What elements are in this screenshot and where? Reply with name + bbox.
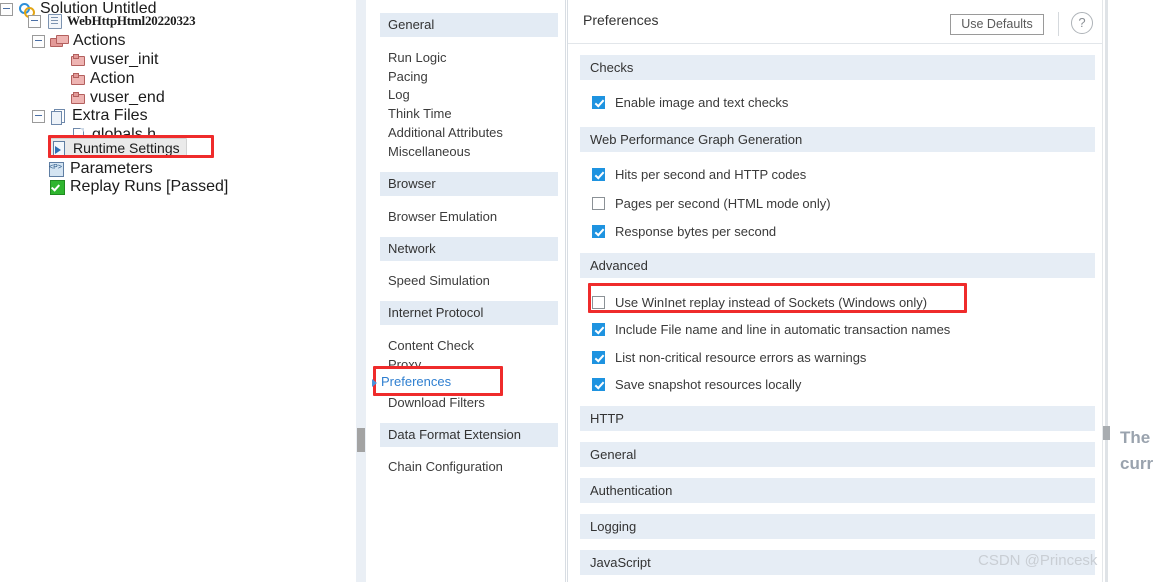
tree-node-label: Action [90, 70, 135, 87]
nav-item-download-filters[interactable]: Download Filters [388, 393, 485, 412]
script-icon [48, 13, 62, 29]
expander-icon[interactable] [32, 109, 45, 123]
caret-right-icon [372, 379, 377, 387]
checkbox-label: Pages per second (HTML mode only) [615, 195, 831, 211]
script-tree-panel: Solution Untitled WebHttpHtml20220323 Ac… [0, 0, 358, 582]
bricks-icon [50, 34, 69, 48]
nav-item-chain-configuration[interactable]: Chain Configuration [388, 457, 503, 476]
page-title: Preferences [583, 12, 659, 28]
main-scrollbar-thumb[interactable] [1103, 426, 1110, 440]
section-header-http[interactable]: HTTP [580, 406, 1095, 431]
brick-icon [70, 53, 85, 67]
section-header-authentication[interactable]: Authentication [580, 478, 1095, 503]
checkbox-icon[interactable] [592, 350, 605, 364]
main-scrollbar-track[interactable] [1105, 0, 1108, 582]
nav-group-internet-protocol: Internet Protocol [380, 301, 558, 325]
nav-group-data-format-extension: Data Format Extension [380, 423, 558, 447]
brick-icon [70, 72, 85, 86]
green-check-icon [48, 179, 65, 195]
nav-item-additional-attributes[interactable]: Additional Attributes [388, 123, 503, 142]
overflow-text-line-1: The [1120, 428, 1151, 447]
nav-scrollbar[interactable] [356, 0, 366, 582]
section-header-advanced: Advanced [580, 253, 1095, 278]
nav-item-run-logic[interactable]: Run Logic [388, 48, 447, 67]
section-header-web-performance-graph-generation: Web Performance Graph Generation [580, 127, 1095, 152]
help-icon[interactable]: ? [1071, 12, 1093, 34]
nav-group-browser: Browser [380, 172, 558, 196]
tree-node-runtime-settings[interactable]: Runtime Settings [48, 138, 187, 158]
nav-item-log[interactable]: Log [388, 85, 410, 104]
tree-node-label: Replay Runs [Passed] [70, 178, 229, 195]
tree-node-label: Runtime Settings [73, 140, 180, 156]
checkbox-row-response-bytes-per-second[interactable]: Response bytes per second [592, 221, 776, 241]
nav-scrollbar-thumb[interactable] [357, 428, 365, 452]
section-header-logging[interactable]: Logging [580, 514, 1095, 539]
expander-icon[interactable] [32, 34, 45, 48]
nav-item-browser-emulation[interactable]: Browser Emulation [388, 207, 497, 226]
checkbox-icon[interactable] [592, 295, 605, 309]
right-overflow-strip: The curr [1110, 0, 1159, 582]
annotation-preferences-label: Preferences [381, 374, 452, 389]
main-scrollbar[interactable] [1102, 0, 1110, 582]
brick-icon [70, 91, 85, 105]
nav-item-proxy[interactable]: Proxy [388, 355, 421, 374]
checkbox-icon[interactable] [592, 224, 605, 238]
nav-panel-divider [565, 0, 566, 582]
preferences-panel: Preferences Use Defaults ? Checks Enable… [567, 0, 1107, 582]
nav-item-pacing[interactable]: Pacing [388, 67, 428, 86]
checkbox-icon[interactable] [592, 196, 605, 210]
checkbox-row-use-wininet-replay[interactable]: Use WinInet replay instead of Sockets (W… [592, 292, 927, 312]
checkbox-row-pages-per-second[interactable]: Pages per second (HTML mode only) [592, 193, 831, 213]
nav-group-general: General [380, 13, 558, 37]
checkbox-label: List non-critical resource errors as war… [615, 349, 867, 365]
checkbox-label: Use WinInet replay instead of Sockets (W… [615, 294, 928, 310]
checkbox-icon[interactable] [592, 322, 605, 336]
section-header-general[interactable]: General [580, 442, 1095, 467]
checkbox-label: Response bytes per second [615, 223, 777, 239]
checkbox-label: Enable image and text checks [615, 94, 789, 110]
checkbox-icon[interactable] [592, 167, 605, 181]
nav-item-miscellaneous[interactable]: Miscellaneous [388, 142, 470, 161]
nav-item-think-time[interactable]: Think Time [388, 104, 452, 123]
checkbox-row-include-file-name-and-line[interactable]: Include File name and line in automatic … [592, 319, 950, 339]
tree-node-label: Extra Files [72, 107, 148, 124]
checkbox-icon[interactable] [592, 95, 605, 109]
checkbox-row-enable-image-and-text-checks[interactable]: Enable image and text checks [592, 92, 788, 112]
nav-item-content-check[interactable]: Content Check [388, 336, 474, 355]
checkbox-label: Include File name and line in automatic … [615, 321, 951, 337]
expander-icon[interactable] [0, 2, 13, 16]
header-divider [1058, 12, 1059, 36]
checkbox-label: Hits per second and HTTP codes [615, 166, 807, 182]
tree-node-replay-runs[interactable]: Replay Runs [Passed] [48, 176, 228, 198]
checkbox-row-list-non-critical-resource-errors[interactable]: List non-critical resource errors as war… [592, 347, 866, 367]
checkbox-row-hits-per-second-and-http-codes[interactable]: Hits per second and HTTP codes [592, 164, 806, 184]
checkbox-icon[interactable] [592, 377, 605, 391]
nav-group-network: Network [380, 237, 558, 261]
expander-icon[interactable] [28, 14, 41, 28]
tree-node-label: WebHttpHtml20220323 [67, 13, 196, 28]
checkbox-row-save-snapshot-resources-locally[interactable]: Save snapshot resources locally [592, 374, 801, 394]
parameters-icon [48, 161, 65, 177]
files-icon [50, 108, 67, 125]
section-header-checks: Checks [580, 55, 1095, 80]
overflow-text-line-2: curr [1120, 454, 1154, 473]
runtime-settings-icon [51, 140, 68, 156]
watermark: CSDN @Princesk [978, 552, 1098, 569]
tree-node-script[interactable]: WebHttpHtml20220323 [28, 10, 196, 32]
tree-node-label: vuser_init [90, 51, 159, 68]
use-defaults-button[interactable]: Use Defaults [950, 14, 1044, 35]
preferences-header: Preferences Use Defaults ? [568, 0, 1107, 44]
tree-node-label: Actions [73, 32, 126, 49]
checkbox-label: Save snapshot resources locally [615, 376, 802, 392]
nav-item-speed-simulation[interactable]: Speed Simulation [388, 271, 490, 290]
runtime-settings-nav-panel: General Run Logic Pacing Log Think Time … [368, 0, 566, 582]
